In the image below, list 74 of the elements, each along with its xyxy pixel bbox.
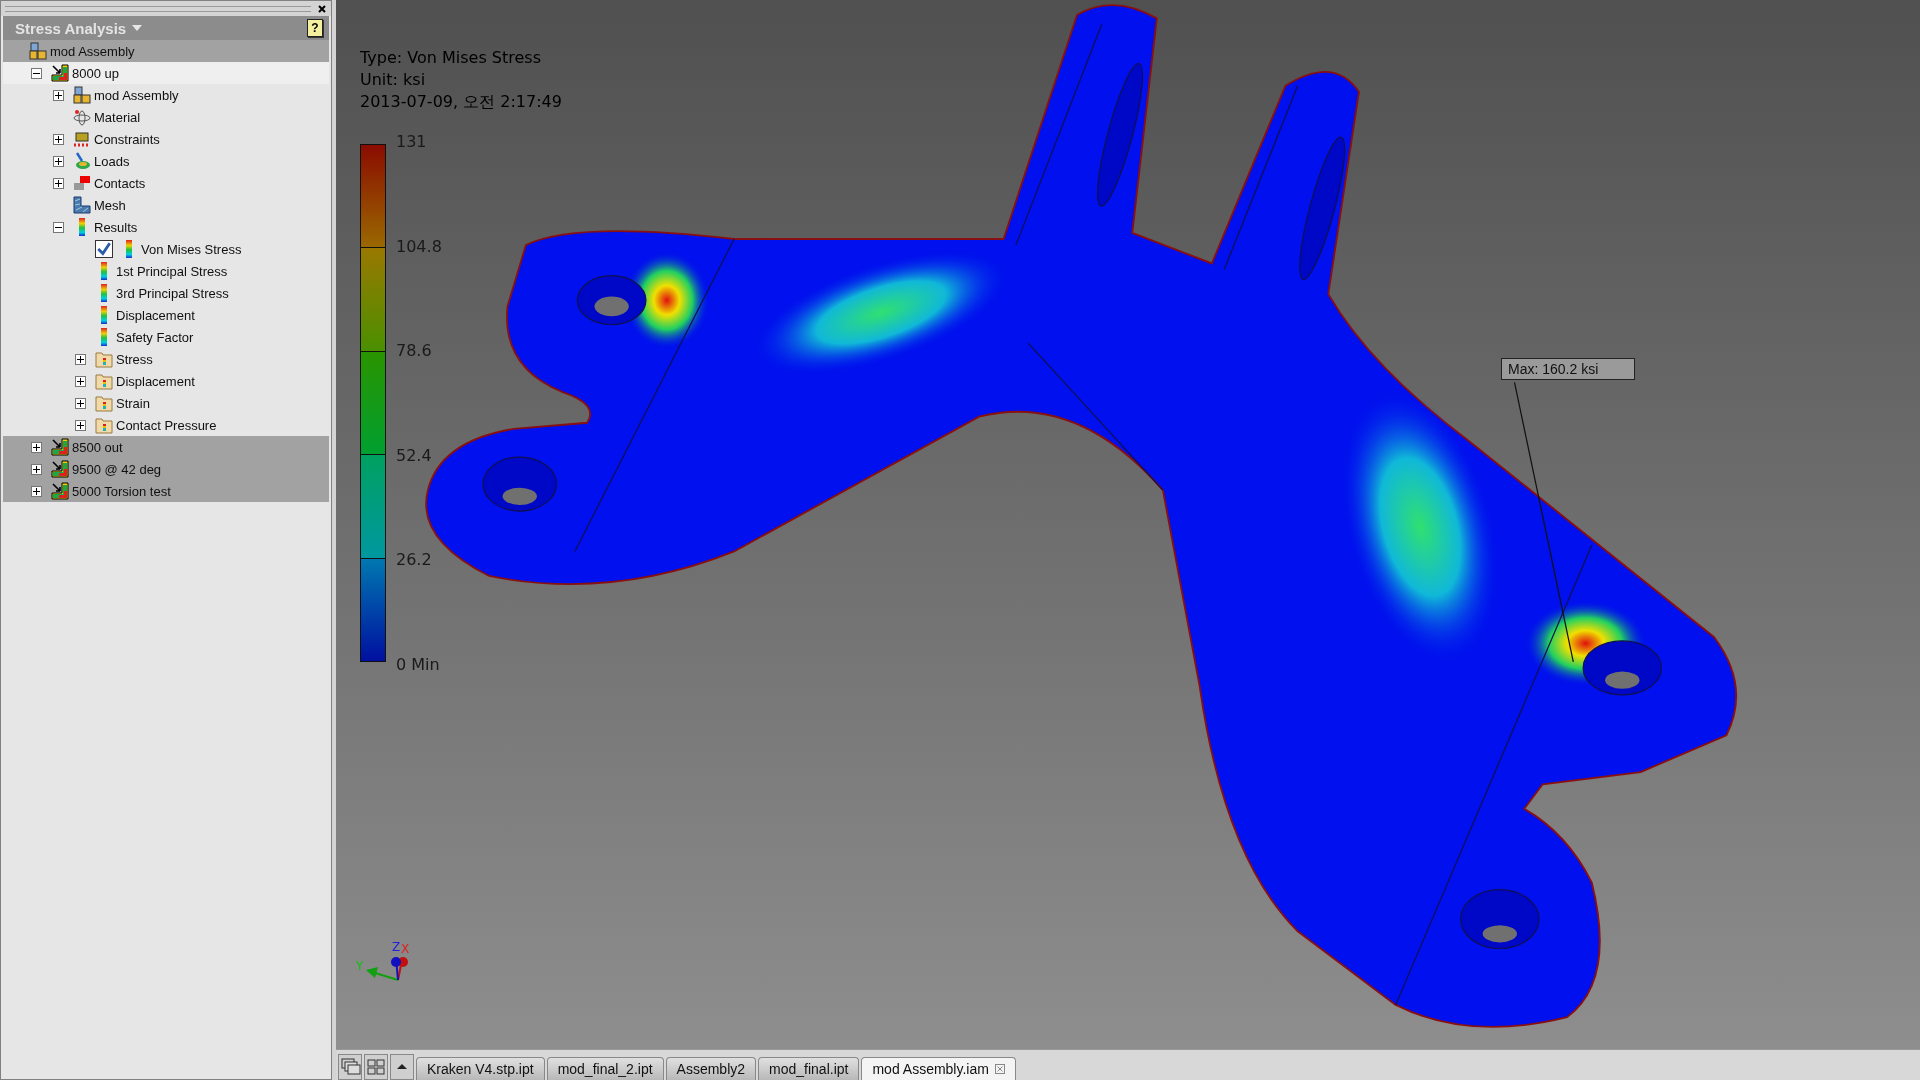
folder-icon — [95, 372, 113, 390]
expand-toggle[interactable] — [53, 89, 64, 101]
expand-toggle[interactable] — [75, 353, 86, 365]
document-tab[interactable]: Kraken V4.stp.ipt — [416, 1057, 545, 1080]
expand-toggle[interactable] — [75, 419, 86, 431]
analysis-icon — [51, 438, 69, 456]
document-tab[interactable]: mod_final.ipt — [758, 1057, 860, 1080]
help-button[interactable]: ? — [307, 19, 323, 37]
tree-item[interactable]: Loads — [94, 153, 130, 169]
tree-item[interactable]: 8500 out — [72, 439, 123, 455]
scale-label: 78.6 — [396, 341, 433, 361]
max-probe-label: Max: 160.2 ksi — [1501, 358, 1635, 380]
expand-toggle[interactable] — [53, 155, 64, 167]
z-axis-label: Z — [392, 940, 401, 954]
load-icon — [73, 152, 91, 170]
cascade-windows-icon[interactable] — [338, 1054, 362, 1080]
caret-icon[interactable] — [132, 25, 143, 31]
tree-item[interactable]: Constraints — [94, 131, 160, 147]
analysis-icon — [51, 460, 69, 478]
tree-item[interactable]: 5000 Torsion test — [72, 483, 171, 499]
tree-item[interactable]: mod Assembly — [94, 87, 179, 103]
folder-icon — [95, 350, 113, 368]
mesh-icon — [73, 196, 91, 214]
tree-item[interactable]: Displacement — [116, 307, 195, 323]
contact-icon — [73, 174, 91, 192]
folder-icon — [95, 394, 113, 412]
expand-toggle[interactable] — [75, 375, 86, 387]
checkbox[interactable] — [95, 240, 113, 258]
scale-label: 26.2 — [396, 550, 433, 570]
expand-toggle[interactable] — [31, 67, 42, 79]
tree-item[interactable]: Displacement — [116, 373, 195, 389]
expand-toggle[interactable] — [31, 441, 42, 453]
y-axis-label: Y — [356, 959, 364, 973]
tree-item[interactable]: Mesh — [94, 197, 126, 213]
assembly-icon — [29, 42, 47, 60]
tree-item[interactable]: Contact Pressure — [116, 417, 217, 433]
constraint-icon — [73, 130, 91, 148]
atom-icon — [73, 108, 91, 126]
scale-label: 52.4 — [396, 445, 433, 465]
tree-item[interactable]: Von Mises Stress — [141, 241, 242, 257]
document-tab[interactable]: mod_final_2.ipt — [546, 1057, 664, 1080]
expand-toggle[interactable] — [75, 397, 86, 409]
tree-item[interactable]: 1st Principal Stress — [116, 263, 228, 279]
tree-item[interactable]: Strain — [116, 395, 150, 411]
tree-item[interactable]: 9500 @ 42 deg — [72, 461, 162, 477]
axis-triad-icon — [366, 957, 408, 981]
tree-item[interactable]: Results — [94, 219, 138, 235]
tree-item[interactable]: Contacts — [94, 175, 146, 191]
expand-toggle[interactable] — [31, 463, 42, 475]
result-type: Type: Von Mises Stress — [360, 48, 542, 67]
document-tab[interactable]: Assembly2 — [665, 1057, 757, 1080]
tree-item[interactable]: Safety Factor — [116, 329, 194, 345]
tree-item[interactable]: Material — [94, 109, 141, 125]
scale-label: 104.8 — [396, 236, 442, 256]
tile-windows-icon[interactable] — [364, 1054, 388, 1080]
scale-label: 0 Min — [396, 654, 441, 674]
result-unit: Unit: ksi — [360, 70, 427, 89]
expand-toggle[interactable] — [53, 221, 64, 233]
expand-toggle[interactable] — [53, 177, 64, 189]
tree-item[interactable]: mod Assembly — [50, 43, 135, 59]
analysis-icon — [51, 64, 69, 82]
analysis-icon — [51, 482, 69, 500]
expand-toggle[interactable] — [53, 133, 64, 145]
result-date: 2013-07-09, 오전 2:17:49 — [360, 92, 562, 113]
close-icon[interactable] — [317, 3, 327, 14]
folder-icon — [95, 416, 113, 434]
x-axis-label: X — [401, 942, 410, 956]
expand-toggle[interactable] — [31, 485, 42, 497]
tree-item[interactable]: 3rd Principal Stress — [116, 285, 229, 301]
tree-item[interactable]: 8000 up — [72, 65, 119, 81]
tree-item[interactable]: Stress — [116, 351, 153, 367]
document-tab[interactable]: mod Assembly.iam — [861, 1057, 1016, 1080]
assembly-icon — [73, 86, 91, 104]
scale-label: 131 — [396, 132, 428, 151]
